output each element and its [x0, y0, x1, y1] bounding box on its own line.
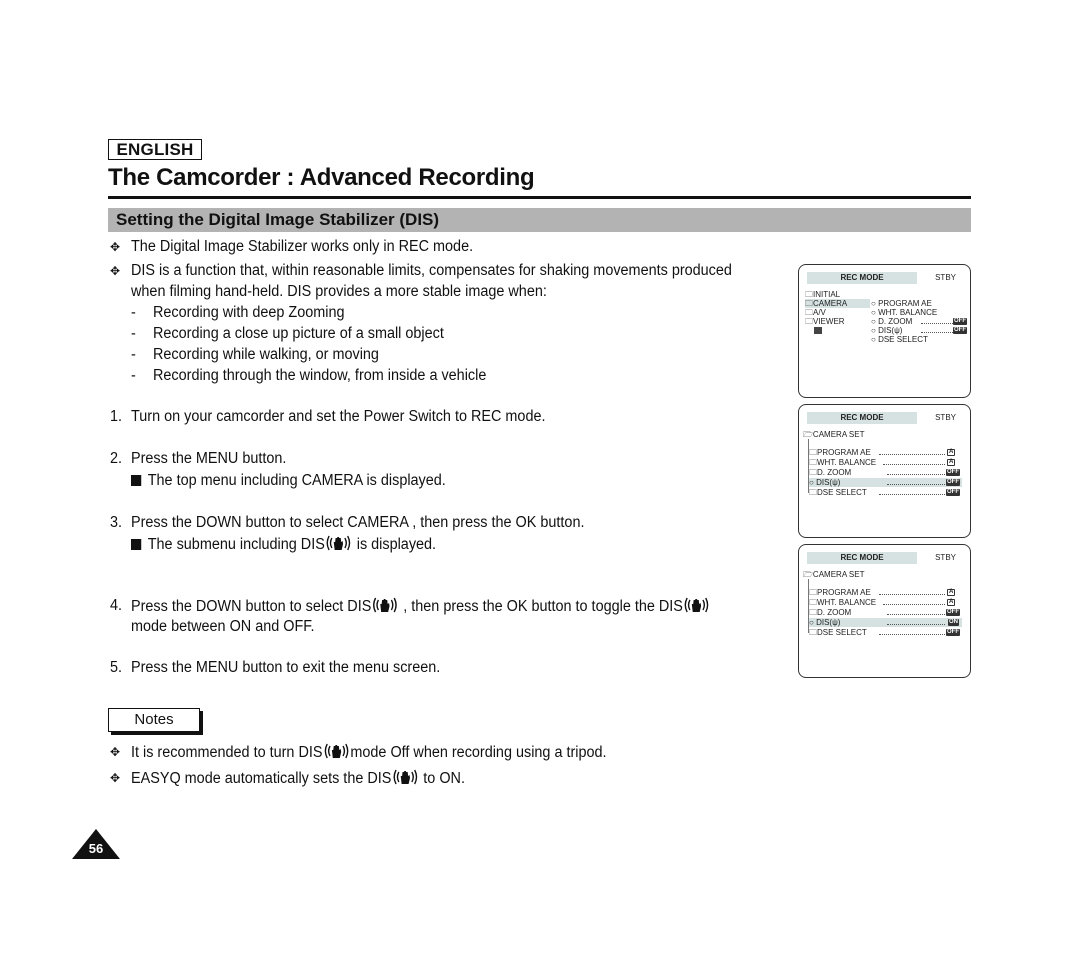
- osd-value: OFF: [946, 479, 960, 486]
- dis-hand-icon: [685, 597, 709, 613]
- osd-screen-camera-set-off: REC MODE STBY 🗁CAMERA SET 🗀PROGRAM AE A …: [798, 404, 971, 538]
- step-result: The submenu including DIS is displayed.: [131, 534, 436, 555]
- osd-status: STBY: [935, 553, 956, 562]
- osd-item: 🗀D. ZOOM: [809, 468, 852, 477]
- dis-hand-icon: [393, 769, 418, 785]
- intro-bullet: The Digital Image Stabilizer works only …: [131, 238, 474, 255]
- osd-value: ON: [948, 619, 959, 626]
- osd-item: 🗀WHT. BALANCE: [809, 598, 877, 607]
- step-number: 5.: [110, 659, 123, 676]
- osd-item-selected: ○ DIS(ψ): [809, 618, 962, 627]
- page-number: 56: [88, 841, 104, 856]
- osd-value: OFF: [953, 327, 967, 334]
- page-number-badge: 56: [72, 829, 120, 859]
- step-text: Press the MENU button.: [131, 450, 287, 467]
- osd-submenu-item: ○ D. ZOOM: [871, 317, 913, 326]
- osd-value: OFF: [953, 318, 967, 325]
- square-bullet-icon: [131, 475, 142, 486]
- notes-label: Notes: [108, 708, 200, 732]
- diamond-bullet-icon: ✥: [110, 264, 121, 278]
- dis-hand-icon: [324, 743, 349, 759]
- step-text: Press the DOWN button to select CAMERA ,…: [131, 514, 585, 531]
- dis-hand-icon: [326, 535, 351, 551]
- osd-item: 🗀WHT. BALANCE: [809, 458, 877, 467]
- section-title: Setting the Digital Image Stabilizer (DI…: [116, 210, 440, 229]
- step-text-cont: mode between ON and OFF.: [131, 618, 315, 635]
- osd-status: STBY: [935, 413, 956, 422]
- section-header: Setting the Digital Image Stabilizer (DI…: [108, 208, 971, 232]
- osd-menu-item: 🗀INITIAL: [805, 290, 841, 299]
- step-text: Turn on your camcorder and set the Power…: [131, 408, 546, 425]
- osd-item: 🗀D. ZOOM: [809, 608, 852, 617]
- step-result: The top menu including CAMERA is display…: [131, 471, 446, 491]
- step-text: Press the MENU button to exit the menu s…: [131, 659, 441, 676]
- language-badge: ENGLISH: [108, 139, 202, 160]
- folder-icon: 🗀: [805, 290, 813, 299]
- osd-value: A: [947, 449, 956, 456]
- osd-value: A: [947, 599, 956, 606]
- intro-bullet: DIS is a function that, within reasonabl…: [131, 262, 732, 279]
- osd-title: REC MODE: [807, 412, 917, 424]
- note-item: It is recommended to turn DIS mode Off wh…: [131, 743, 607, 761]
- step-number: 4.: [110, 597, 123, 614]
- osd-screen-top-menu: REC MODE STBY 🗀INITIAL 🗀CAMERA 🗀A/V 🗀VIE…: [798, 264, 971, 398]
- osd-value: OFF: [946, 489, 960, 496]
- dash-icon: -: [131, 346, 136, 363]
- osd-value: A: [947, 459, 956, 466]
- folder-icon: 🗀: [805, 308, 813, 317]
- folder-open-icon: 🗁: [803, 570, 813, 579]
- osd-submenu-title: 🗁CAMERA SET: [803, 570, 865, 579]
- folder-icon: 🗀: [805, 317, 813, 326]
- page-title: The Camcorder : Advanced Recording: [108, 164, 535, 191]
- step-number: 3.: [110, 514, 123, 531]
- dash-icon: -: [131, 304, 136, 321]
- osd-title: REC MODE: [807, 272, 917, 284]
- case-item: Recording with deep Zooming: [153, 304, 345, 321]
- osd-item: 🗀PROGRAM AE: [809, 588, 871, 597]
- folder-open-icon: 🗁: [803, 430, 813, 439]
- osd-screen-camera-set-on: REC MODE STBY 🗁CAMERA SET 🗀PROGRAM AE A …: [798, 544, 971, 678]
- step-text: Press the DOWN button to select DIS , th…: [131, 596, 711, 617]
- folder-icon: 🗀: [805, 299, 813, 308]
- osd-submenu-item: ○ DSE SELECT: [871, 335, 928, 344]
- dash-icon: -: [131, 367, 136, 384]
- osd-menu-item: 🗀VIEWER: [805, 317, 845, 326]
- osd-value: OFF: [946, 609, 960, 616]
- square-bullet-icon: [131, 539, 142, 550]
- diamond-bullet-icon: ✥: [110, 240, 121, 254]
- osd-item: 🗀DSE SELECT: [809, 488, 867, 497]
- osd-value: OFF: [946, 469, 960, 476]
- note-item: EASYQ mode automatically sets the DIS to…: [131, 769, 465, 787]
- step-number: 1.: [110, 408, 123, 425]
- case-item: Recording while walking, or moving: [153, 346, 379, 363]
- title-divider: [108, 196, 971, 199]
- osd-submenu-item: ○ DIS(ψ): [871, 326, 903, 335]
- dis-hand-icon: [373, 597, 398, 613]
- osd-item-selected: ○ DIS(ψ): [809, 478, 962, 487]
- osd-submenu-item: ○ WHT. BALANCE: [871, 308, 938, 317]
- intro-bullet-cont: when filming hand-held. DIS provides a m…: [131, 283, 547, 300]
- osd-submenu-item: ○ PROGRAM AE: [871, 299, 932, 308]
- osd-menu-item-selected: 🗀CAMERA: [805, 299, 870, 308]
- tape-icon: [814, 327, 822, 334]
- osd-status: STBY: [935, 273, 956, 282]
- step-number: 2.: [110, 450, 123, 467]
- case-item: Recording through the window, from insid…: [153, 367, 487, 384]
- osd-value: A: [947, 589, 956, 596]
- diamond-bullet-icon: ✥: [110, 771, 121, 785]
- dash-icon: -: [131, 325, 136, 342]
- case-item: Recording a close up picture of a small …: [153, 325, 444, 342]
- osd-menu-item: 🗀A/V: [805, 308, 826, 317]
- osd-item: 🗀DSE SELECT: [809, 628, 867, 637]
- osd-title: REC MODE: [807, 552, 917, 564]
- osd-value: OFF: [946, 629, 960, 636]
- osd-submenu-title: 🗁CAMERA SET: [803, 430, 865, 439]
- osd-item: 🗀PROGRAM AE: [809, 448, 871, 457]
- diamond-bullet-icon: ✥: [110, 745, 121, 759]
